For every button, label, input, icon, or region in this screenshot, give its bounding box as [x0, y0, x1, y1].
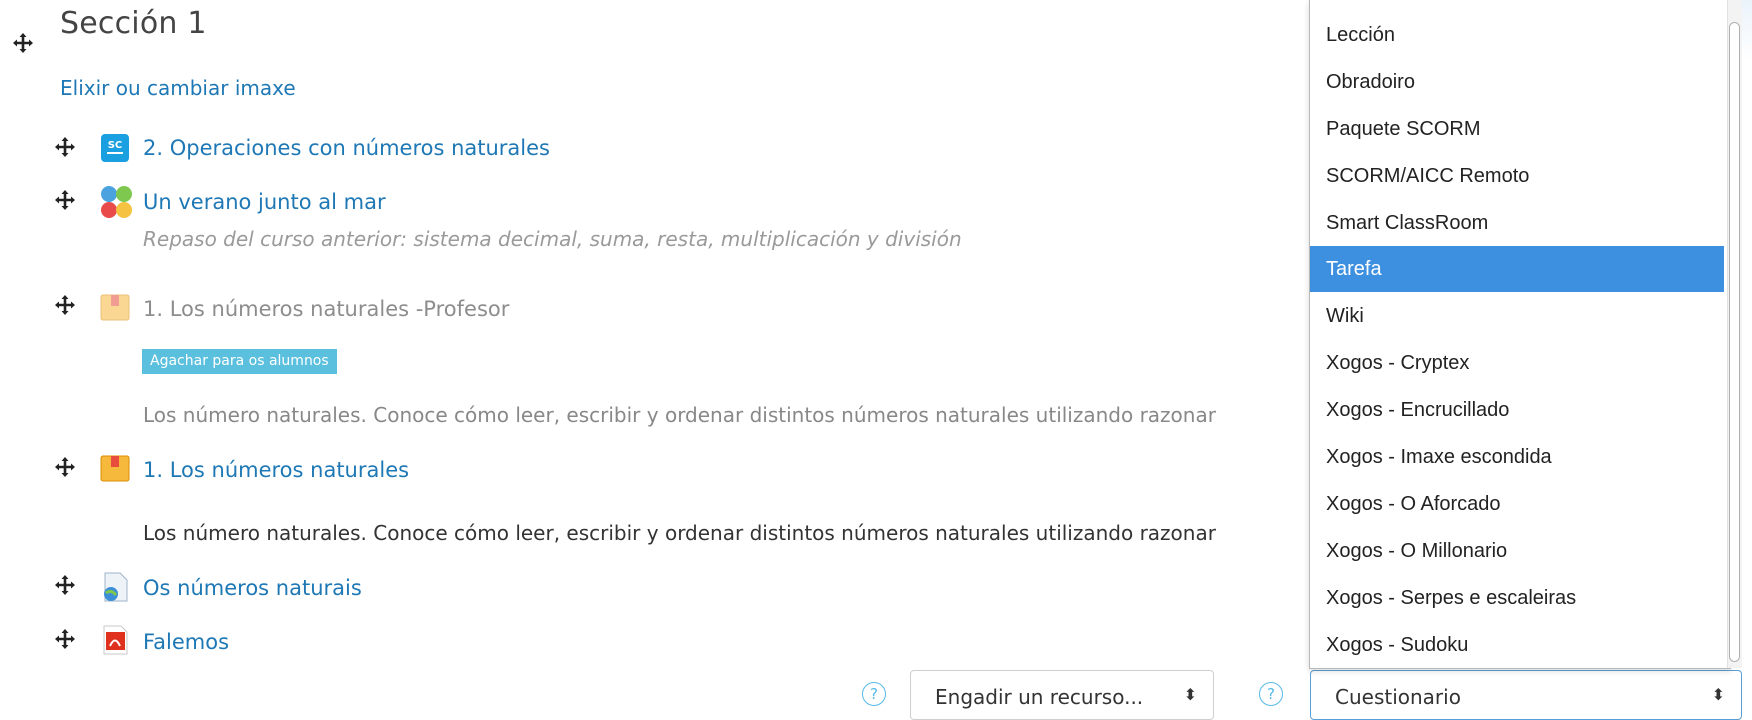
dropdown-option[interactable]: Lección — [1310, 12, 1724, 58]
dropdown-option[interactable]: Xogos - Serpes e escaleiras — [1310, 575, 1724, 621]
activity-link[interactable]: Un verano junto al mar — [143, 190, 386, 214]
dropdown-option[interactable]: Xogos - Imaxe escondida — [1310, 434, 1724, 480]
dropdown-scrollbar-thumb[interactable] — [1729, 22, 1740, 662]
activity-link[interactable]: 1. Los números naturales -Profesor — [143, 297, 509, 321]
dropdown-option[interactable]: Xogos - Encrucillado — [1310, 387, 1724, 433]
dropdown-option[interactable]: SCORM/AICC Remoto — [1310, 153, 1724, 199]
dropdown-option[interactable]: Xogos - O Aforcado — [1310, 481, 1724, 527]
change-image-link[interactable]: Elixir ou cambiar imaxe — [60, 76, 296, 100]
activity-dropdown-list[interactable]: Lección Obradoiro Paquete SCORM SCORM/AI… — [1309, 0, 1731, 669]
dropdown-option[interactable]: Obradoiro — [1310, 59, 1724, 105]
dropdown-option[interactable]: Xogos - Cryptex — [1310, 340, 1724, 386]
add-activity-select-value: Cuestionario — [1335, 685, 1461, 709]
add-resource-select-value: Engadir un recurso... — [935, 685, 1144, 709]
move-handle-icon[interactable] — [54, 294, 76, 316]
scorm-icon: SC — [100, 133, 130, 163]
dropdown-option[interactable]: Wiki — [1310, 293, 1724, 339]
package-icon — [100, 453, 130, 483]
svg-text:SC: SC — [108, 140, 123, 151]
dropdown-option-selected[interactable]: Tarefa — [1310, 246, 1724, 292]
hidden-from-students-badge: Agachar para os alumnos — [142, 349, 337, 374]
move-handle-icon[interactable] — [54, 628, 76, 650]
select-arrows-icon: ⬍ — [1183, 685, 1197, 704]
select-arrows-icon: ⬍ — [1711, 685, 1725, 704]
package-icon — [100, 292, 130, 322]
move-handle-icon[interactable] — [54, 574, 76, 596]
help-icon[interactable]: ? — [1259, 682, 1283, 706]
move-handle-icon[interactable] — [12, 32, 34, 54]
dropdown-option[interactable]: Smart ClassRoom — [1310, 200, 1724, 246]
dropdown-option[interactable]: Paquete SCORM — [1310, 106, 1724, 152]
add-resource-select[interactable]: Engadir un recurso... ⬍ — [910, 670, 1214, 720]
activity-description: Repaso del curso anterior: sistema decim… — [143, 227, 962, 251]
page-edge — [1742, 0, 1752, 60]
dropdown-option[interactable]: Xogos - O Millonario — [1310, 528, 1724, 574]
activity-description: Los número naturales. Conoce cómo leer, … — [143, 403, 1216, 427]
dropdown-option[interactable]: Xogos - Sudoku — [1310, 622, 1724, 668]
pdf-icon — [100, 625, 130, 655]
game-puzzle-icon — [98, 184, 134, 220]
move-handle-icon[interactable] — [54, 456, 76, 478]
activity-link[interactable]: Os números naturais — [143, 576, 362, 600]
add-activity-select[interactable]: Cuestionario ⬍ — [1310, 670, 1742, 720]
file-globe-icon — [100, 572, 130, 602]
activity-link[interactable]: 1. Los números naturales — [143, 458, 409, 482]
activity-link[interactable]: 2. Operaciones con números naturales — [143, 136, 550, 160]
activity-description: Los número naturales. Conoce cómo leer, … — [143, 521, 1216, 545]
section-title: Sección 1 — [60, 6, 207, 41]
help-icon[interactable]: ? — [862, 682, 886, 706]
move-handle-icon[interactable] — [54, 189, 76, 211]
move-handle-icon[interactable] — [54, 136, 76, 158]
activity-link[interactable]: Falemos — [143, 630, 229, 654]
